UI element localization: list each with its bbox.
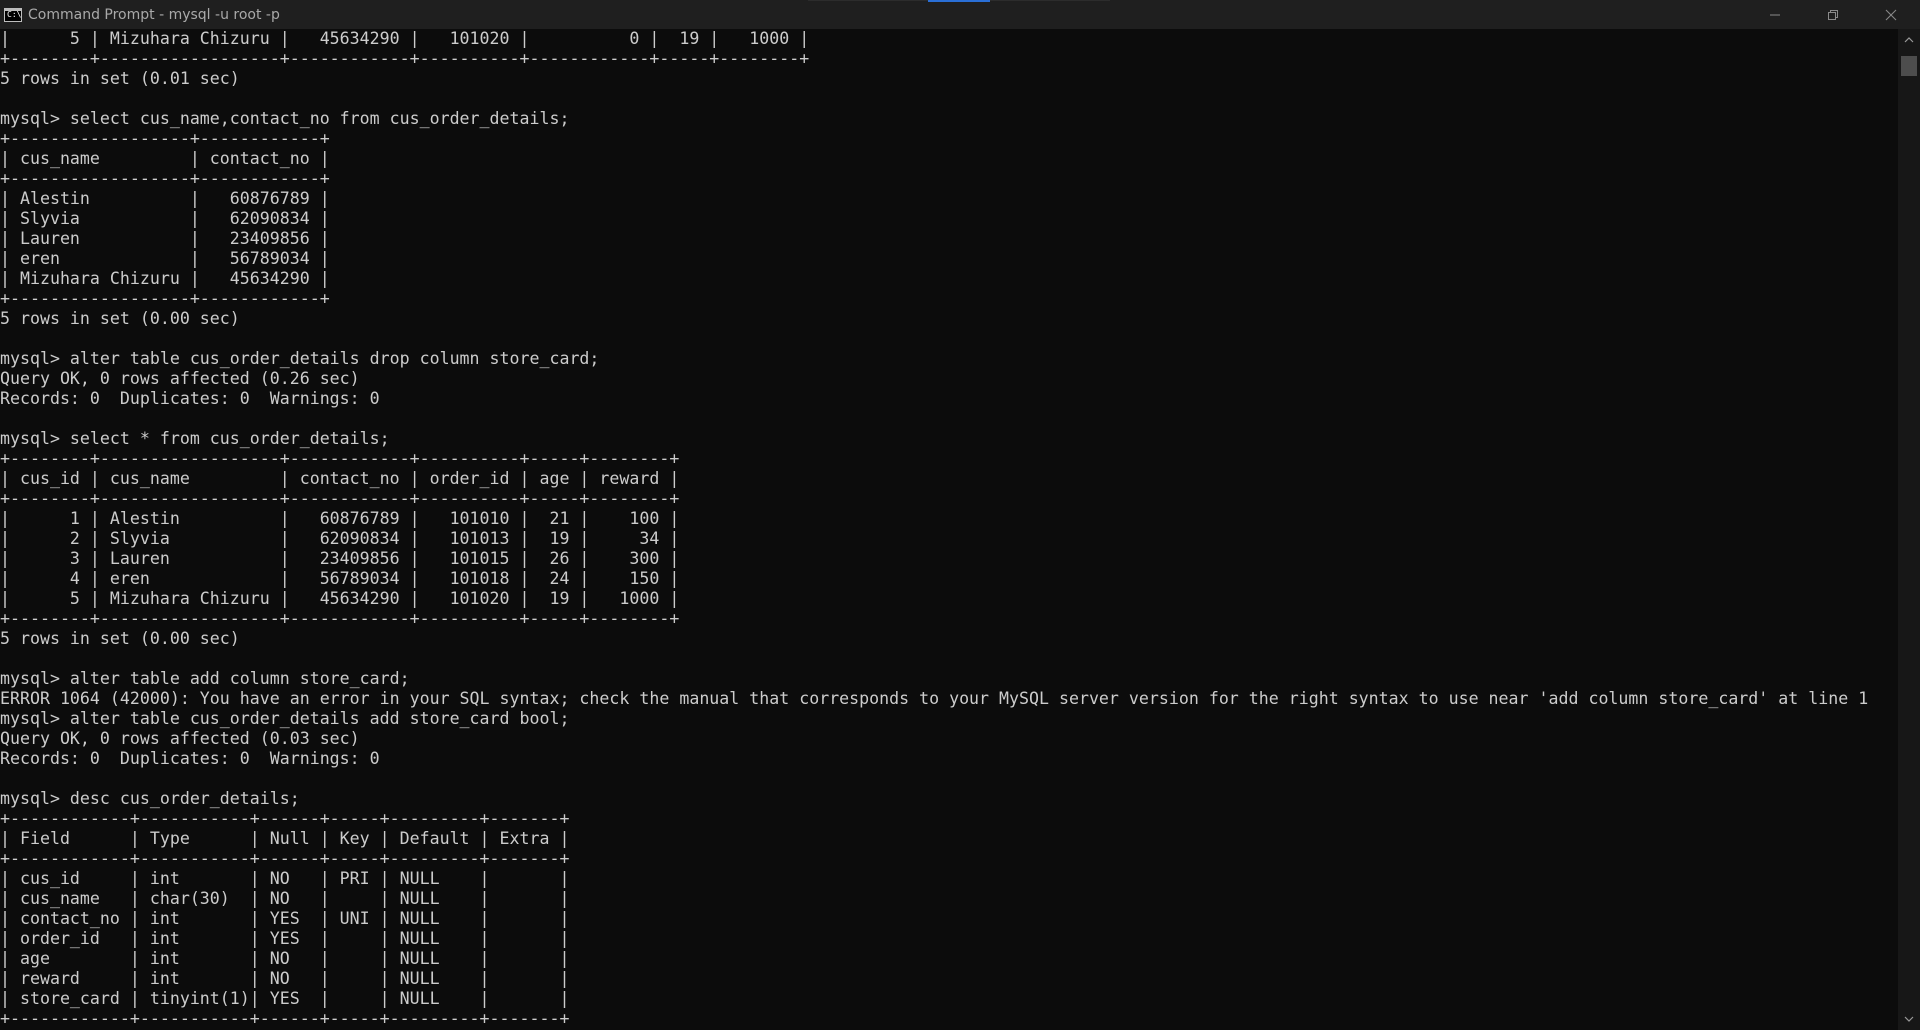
minimize-icon: [1770, 14, 1780, 15]
scrollbar-thumb[interactable]: [1901, 56, 1917, 76]
terminal-line: ERROR 1064 (42000): You have an error in…: [0, 689, 1869, 708]
terminal-line: mysql> alter table cus_order_details dro…: [0, 349, 600, 368]
terminal-line: Query OK, 0 rows affected (0.03 sec): [0, 729, 360, 748]
terminal-line: +------------+-----------+------+-----+-…: [0, 809, 570, 828]
terminal-line: +------------------+------------+: [0, 169, 330, 188]
terminal-line: | 5 | Mizuhara Chizuru | 45634290 | 1010…: [0, 29, 810, 48]
terminal-line: | 1 | Alestin | 60876789 | 101010 | 21 |…: [0, 509, 680, 528]
terminal-line: | eren | 56789034 |: [0, 249, 330, 268]
terminal-line: Records: 0 Duplicates: 0 Warnings: 0: [0, 389, 380, 408]
terminal-line: mysql> select cus_name,contact_no from c…: [0, 109, 570, 128]
terminal-line: | cus_name | char(30) | NO | | NULL | |: [0, 889, 570, 908]
terminal-line: mysql> desc cus_order_details;: [0, 789, 300, 808]
minimize-button[interactable]: [1746, 0, 1804, 29]
terminal-line: +--------+------------------+-----------…: [0, 489, 680, 508]
scroll-up-button[interactable]: [1898, 29, 1920, 51]
terminal-line: | age | int | NO | | NULL | |: [0, 949, 570, 968]
scroll-up-arrow-icon: [1904, 37, 1914, 43]
terminal-line: | store_card | tinyint(1)| YES | | NULL …: [0, 989, 570, 1008]
terminal-line: +--------+------------------+-----------…: [0, 49, 810, 68]
terminal-line: | order_id | int | YES | | NULL | |: [0, 929, 570, 948]
terminal-line: | 4 | eren | 56789034 | 101018 | 24 | 15…: [0, 569, 680, 588]
terminal-line: | Lauren | 23409856 |: [0, 229, 330, 248]
close-button[interactable]: [1862, 0, 1920, 29]
active-indicator: [928, 0, 990, 2]
terminal-line: | contact_no | int | YES | UNI | NULL | …: [0, 909, 570, 928]
vertical-scrollbar[interactable]: [1898, 29, 1920, 1030]
terminal-line: 5 rows in set (0.00 sec): [0, 629, 240, 648]
close-icon: [1885, 9, 1897, 20]
terminal-line: | Alestin | 60876789 |: [0, 189, 330, 208]
terminal-line: Query OK, 0 rows affected (0.26 sec): [0, 369, 360, 388]
terminal-line: 5 rows in set (0.00 sec): [0, 309, 240, 328]
terminal-line: | 3 | Lauren | 23409856 | 101015 | 26 | …: [0, 549, 680, 568]
terminal-line: | Field | Type | Null | Key | Default | …: [0, 829, 570, 848]
terminal-line: +------------------+------------+: [0, 289, 330, 308]
title-bar[interactable]: C:\ Command Prompt - mysql -u root -p: [0, 0, 1920, 29]
terminal-line: | reward | int | NO | | NULL | |: [0, 969, 570, 988]
terminal-line: | Slyvia | 62090834 |: [0, 209, 330, 228]
command-prompt-window: C:\ Command Prompt - mysql -u root -p | …: [0, 0, 1920, 1030]
terminal-line: mysql> alter table cus_order_details add…: [0, 709, 570, 728]
terminal-line: | cus_name | contact_no |: [0, 149, 330, 168]
restore-button[interactable]: [1804, 0, 1862, 29]
terminal-line: | cus_id | int | NO | PRI | NULL | |: [0, 869, 570, 888]
restore-icon: [1828, 9, 1838, 20]
terminal-line: mysql> select * from cus_order_details;: [0, 429, 390, 448]
terminal-line: | 5 | Mizuhara Chizuru | 45634290 | 1010…: [0, 589, 680, 608]
scroll-down-arrow-icon: [1904, 1016, 1914, 1022]
terminal-line: +------------+-----------+------+-----+-…: [0, 849, 570, 868]
terminal-line: 5 rows in set (0.01 sec): [0, 69, 240, 88]
terminal-line: | 2 | Slyvia | 62090834 | 101013 | 19 | …: [0, 529, 680, 548]
terminal-line: +--------+------------------+-----------…: [0, 449, 680, 468]
window-title: Command Prompt - mysql -u root -p: [28, 6, 280, 23]
cmd-icon: C:\: [4, 7, 22, 22]
terminal-line: Records: 0 Duplicates: 0 Warnings: 0: [0, 749, 380, 768]
terminal-line: | cus_id | cus_name | contact_no | order…: [0, 469, 680, 488]
terminal-line: +------------------+------------+: [0, 129, 330, 148]
scroll-down-button[interactable]: [1898, 1008, 1920, 1030]
terminal-line: +------------+-----------+------+-----+-…: [0, 1009, 570, 1028]
window-controls: [1746, 0, 1920, 29]
terminal-output[interactable]: | 5 | Mizuhara Chizuru | 45634290 | 1010…: [0, 29, 1898, 1030]
terminal-line: +--------+------------------+-----------…: [0, 609, 680, 628]
terminal-line: mysql> alter table add column store_card…: [0, 669, 410, 688]
terminal-line: | Mizuhara Chizuru | 45634290 |: [0, 269, 330, 288]
